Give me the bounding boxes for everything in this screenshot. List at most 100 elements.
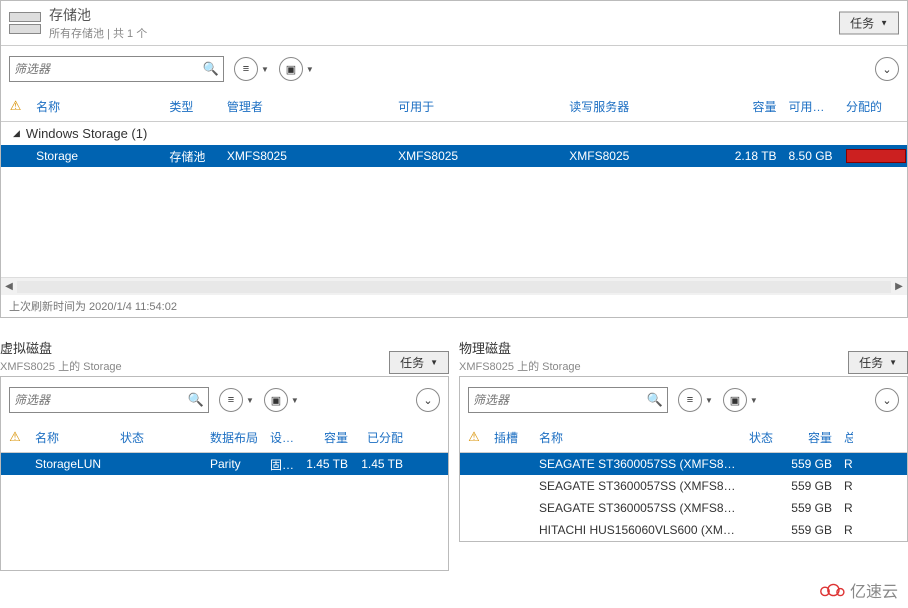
expand-icon[interactable]: ⌄ (416, 388, 440, 412)
search-icon[interactable]: 🔍 (647, 392, 663, 408)
row-status (743, 462, 783, 466)
col-name[interactable]: 名称 (30, 96, 163, 117)
grid-empty-space (1, 167, 907, 277)
row-rw: XMFS8025 (563, 147, 725, 165)
warning-column-icon[interactable]: ⚠ (1, 96, 30, 117)
scroll-left-icon[interactable]: ◀ (1, 281, 17, 292)
row-slot (488, 506, 533, 510)
col-type[interactable]: 类型 (163, 96, 220, 117)
vcol-set[interactable]: 设置 (264, 427, 299, 448)
col-alloc[interactable]: 分配的 (840, 96, 907, 117)
vdisk-filter-input[interactable] (14, 393, 188, 407)
pcol-status[interactable]: 状态 (743, 427, 783, 448)
row-cap: 1.45 TB (299, 455, 354, 473)
row-ext: R (838, 455, 853, 473)
horizontal-scrollbar[interactable]: ◀ ▶ (1, 277, 907, 295)
server-icon (9, 9, 41, 37)
expand-icon[interactable]: ⌄ (875, 57, 899, 81)
vdisk-toolbar: 🔍 ≡ ▼ ▣ ▼ ⌄ (1, 377, 448, 423)
sub-panels: 虚拟磁盘 XMFS8025 上的 Storage 任务 ▼ 🔍 ≡ ▼ ▣ (0, 338, 908, 571)
pdisk-group-combo[interactable]: ▣ ▼ (723, 388, 758, 412)
col-manager[interactable]: 管理者 (221, 96, 392, 117)
table-row[interactable]: Storage 存储池 XMFS8025 XMFS8025 XMFS8025 2… (1, 145, 907, 167)
group-row[interactable]: ◢ Windows Storage (1) (1, 122, 907, 145)
vcol-name[interactable]: 名称 (29, 427, 114, 448)
vdisk-group-combo[interactable]: ▣ ▼ (264, 388, 299, 412)
pcol-ext[interactable]: 总 (838, 427, 853, 448)
warning-column-icon[interactable]: ⚠ (460, 427, 488, 448)
search-icon[interactable]: 🔍 (203, 61, 219, 77)
filter-input[interactable] (14, 62, 203, 76)
list-view-icon[interactable]: ≡ (219, 388, 243, 412)
vdisk-tasks-button[interactable]: 任务 ▼ (389, 351, 449, 374)
vdisk-title: 虚拟磁盘 (0, 338, 122, 357)
row-cap: 559 GB (783, 455, 838, 473)
vdisk-view-combo[interactable]: ≡ ▼ (219, 388, 254, 412)
tag-view-icon[interactable]: ▣ (279, 57, 303, 81)
table-row[interactable]: StorageLUN Parity 固定 1.45 TB 1.45 TB (1, 453, 448, 475)
vcol-cap[interactable]: 容量 (299, 427, 354, 448)
list-view-icon[interactable]: ≡ (234, 57, 258, 81)
row-type: 存储池 (163, 146, 220, 167)
pdisk-view-combo[interactable]: ≡ ▼ (678, 388, 713, 412)
vcol-layout[interactable]: 数据布局 (204, 427, 264, 448)
list-view-icon[interactable]: ≡ (678, 388, 702, 412)
pdisk-tasks-button[interactable]: 任务 ▼ (848, 351, 908, 374)
tag-view-icon[interactable]: ▣ (723, 388, 747, 412)
virtual-disks-panel: 虚拟磁盘 XMFS8025 上的 Storage 任务 ▼ 🔍 ≡ ▼ ▣ (0, 338, 449, 571)
filter-input-wrap[interactable]: 🔍 (9, 56, 224, 82)
table-row[interactable]: HITACHI HUS156060VLS600 (XMFS8...559 GBR (460, 519, 907, 541)
pool-grid: ⚠ 名称 类型 管理者 可用于 读写服务器 容量 可用空间 分配的 ◢ Wind… (1, 92, 907, 277)
col-avail[interactable]: 可用于 (392, 96, 563, 117)
vcol-status[interactable]: 状态 (114, 427, 204, 448)
table-row[interactable]: SEAGATE ST3600057SS (XMFS8025) 559 GBR (460, 453, 907, 475)
pcol-slot[interactable]: 插槽 (488, 427, 533, 448)
grid-header: ⚠ 名称 类型 管理者 可用于 读写服务器 容量 可用空间 分配的 (1, 92, 907, 122)
row-avail: XMFS8025 (392, 147, 563, 165)
row-slot (488, 462, 533, 466)
grid-empty-space (1, 475, 448, 570)
pcol-name[interactable]: 名称 (533, 427, 743, 448)
row-cap: 559 GB (783, 477, 838, 495)
col-freespace[interactable]: 可用空间 (783, 96, 840, 117)
scroll-right-icon[interactable]: ▶ (891, 281, 907, 292)
row-alloc: 1.45 TB (354, 455, 409, 473)
search-icon[interactable]: 🔍 (188, 392, 204, 408)
row-freespace: 8.50 GB (783, 147, 840, 165)
panel-header: 存储池 所有存储池 | 共 1 个 任务 ▼ (1, 1, 907, 46)
row-manager: XMFS8025 (221, 147, 392, 165)
view-mode-combo[interactable]: ≡ ▼ (234, 57, 269, 81)
col-rwserver[interactable]: 读写服务器 (563, 96, 725, 117)
pdisk-grid-header: ⚠ 插槽 名称 状态 容量 总 (460, 423, 907, 453)
chevron-down-icon: ▼ (430, 358, 438, 367)
row-name: HITACHI HUS156060VLS600 (XMFS8... (533, 521, 743, 539)
warning-column-icon[interactable]: ⚠ (1, 427, 29, 448)
chevron-down-icon: ▼ (306, 65, 314, 74)
group-label: Windows Storage (1) (26, 126, 147, 141)
row-icon (460, 506, 488, 510)
vdisk-filter-wrap[interactable]: 🔍 (9, 387, 209, 413)
vcol-alloc[interactable]: 已分配 (354, 427, 409, 448)
row-name: SEAGATE ST3600057SS (XMFS8025) (533, 499, 743, 517)
row-name: SEAGATE ST3600057SS (XMFS8025) (533, 477, 743, 495)
pdisk-filter-wrap[interactable]: 🔍 (468, 387, 668, 413)
group-mode-combo[interactable]: ▣ ▼ (279, 57, 314, 81)
table-row[interactable]: SEAGATE ST3600057SS (XMFS8025)559 GBR (460, 475, 907, 497)
pdisk-filter-input[interactable] (473, 393, 647, 407)
row-status (743, 528, 783, 532)
chevron-down-icon: ▼ (880, 19, 888, 28)
watermark-logo: 亿速云 (818, 578, 898, 602)
tag-view-icon[interactable]: ▣ (264, 388, 288, 412)
tasks-button[interactable]: 任务 ▼ (839, 12, 899, 35)
expand-icon[interactable]: ⌄ (875, 388, 899, 412)
scroll-track[interactable] (17, 281, 891, 293)
row-slot (488, 528, 533, 532)
table-row[interactable]: SEAGATE ST3600057SS (XMFS8025)559 GBR (460, 497, 907, 519)
row-ext: R (838, 499, 853, 517)
col-capacity[interactable]: 容量 (725, 96, 782, 117)
row-cap: 559 GB (783, 521, 838, 539)
row-name: StorageLUN (29, 455, 114, 473)
row-name: SEAGATE ST3600057SS (XMFS8025) (533, 455, 743, 473)
row-icon (460, 528, 488, 532)
pcol-cap[interactable]: 容量 (783, 427, 838, 448)
